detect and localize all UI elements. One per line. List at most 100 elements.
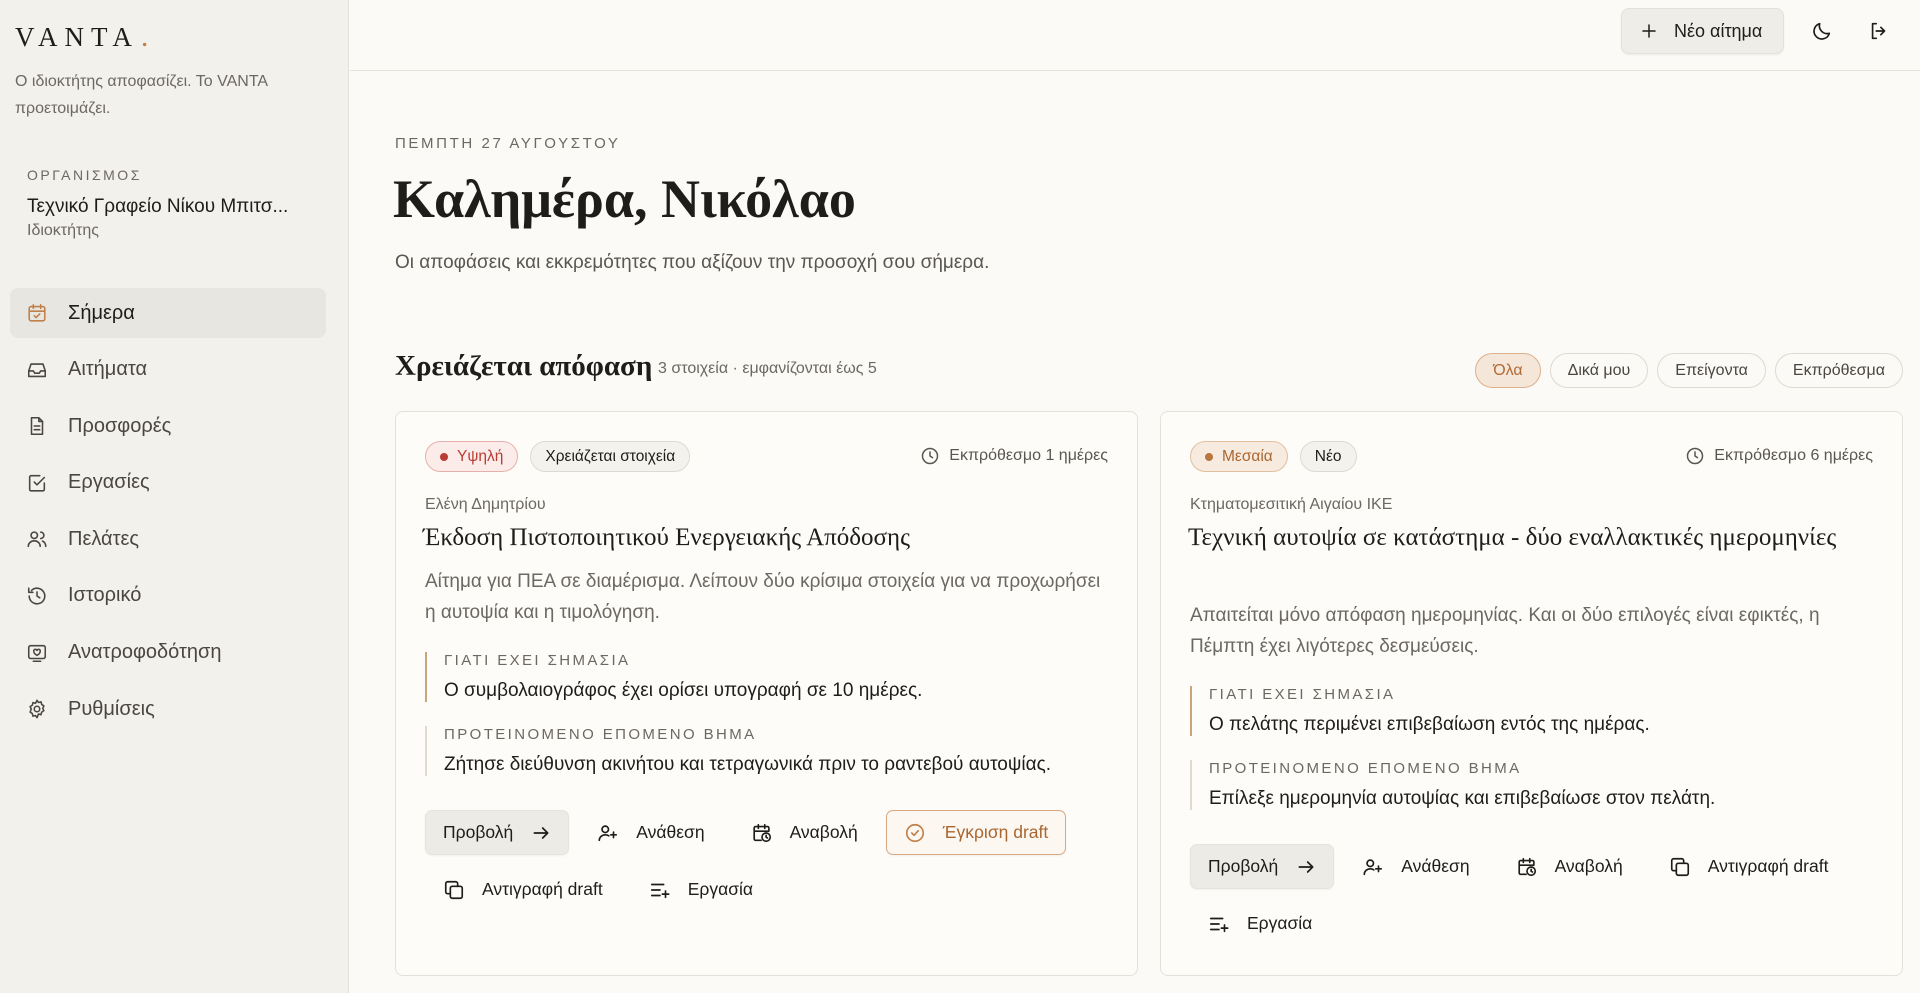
filter-urgent[interactable]: Επείγοντα xyxy=(1657,353,1766,388)
view-button[interactable]: Προβολή xyxy=(1190,844,1335,889)
card-description: Απαιτείται μόνο απόφαση ημερομηνίας. Και… xyxy=(1190,605,1820,657)
view-button[interactable]: Προβολή xyxy=(425,810,570,855)
sidebar-item-tasks[interactable]: Εργασίες xyxy=(10,458,326,508)
priority-label: Μεσαία xyxy=(1222,447,1273,465)
user-plus-icon xyxy=(598,824,618,841)
logout-button[interactable] xyxy=(1865,17,1893,45)
priority-dot-icon xyxy=(1205,452,1213,461)
why-it-matters: ΓΙΑΤΙ ΕΧΕΙ ΣΗΜΑΣΙΑ Ο πελάτης περιμένει ε… xyxy=(1190,686,1880,736)
assign-label: Ανάθεση xyxy=(636,822,705,842)
filter-overdue[interactable]: Εκπρόθεσμα xyxy=(1774,353,1903,388)
card-actions: Προβολή Ανάθεση Αναβολή Αντιγραφή draft … xyxy=(1190,844,1880,946)
why-label: ΓΙΑΤΙ ΕΧΕΙ ΣΗΜΑΣΙΑ xyxy=(444,652,631,669)
why-text: Ο συμβολαιογράφος έχει ορίσει υπογραφή σ… xyxy=(444,680,923,701)
client-name: Κτηματομεσιτική Αιγαίου ΙΚΕ xyxy=(1190,496,1393,513)
deadline-indicator: Εκπρόθεσμο 1 ημέρες xyxy=(920,446,1108,466)
card-badges: Υψηλή Χρειάζεται στοιχεία xyxy=(425,441,691,472)
create-task-button[interactable]: Εργασία xyxy=(631,867,771,912)
sidebar-item-label: Ιστορικό xyxy=(68,584,142,607)
assign-label: Ανάθεση xyxy=(1401,856,1470,876)
card-title[interactable]: Έκδοση Πιστοποιητικού Ενεργειακής Απόδοσ… xyxy=(423,521,1113,555)
brand-name: VANTA xyxy=(15,22,139,52)
copy-icon xyxy=(444,880,464,899)
calendar-clock-icon xyxy=(752,823,771,842)
brand-logo[interactable]: VANTA. xyxy=(15,20,155,54)
create-task-label: Εργασία xyxy=(687,879,754,899)
next-step-label: ΠΡΟΤΕΙΝΟΜΕΝΟ ΕΠΟΜΕΝΟ ΒΗΜΑ xyxy=(444,726,757,743)
approve-draft-button[interactable]: Έγκριση draft xyxy=(885,810,1067,855)
top-bar: Νέο αίτημα xyxy=(350,0,1920,71)
sidebar-item-feedback[interactable]: Ανατροφοδότηση xyxy=(10,628,326,678)
history-icon xyxy=(27,587,46,605)
brand-tagline: Ο ιδιοκτήτης αποφασίζει. Το VANTA προετο… xyxy=(15,73,268,117)
filter-chips: Όλα Δικά μου Επείγοντα Εκπρόθεσμα xyxy=(1475,353,1903,388)
next-step: ΠΡΟΤΕΙΝΟΜΕΝΟ ΕΠΟΜΕΝΟ ΒΗΜΑ Ζήτησε διεύθυν… xyxy=(425,726,1115,776)
sidebar-item-today[interactable]: Σήμερα xyxy=(10,288,326,338)
postpone-button[interactable]: Αναβολή xyxy=(733,810,876,855)
postpone-button[interactable]: Αναβολή xyxy=(1498,844,1641,889)
theme-toggle-button[interactable] xyxy=(1808,17,1836,45)
assign-button[interactable]: Ανάθεση xyxy=(579,810,722,855)
sidebar-item-label: Προσφορές xyxy=(68,414,172,437)
copy-icon xyxy=(1670,857,1689,876)
status-badge: Νέο xyxy=(1299,441,1357,472)
decision-card: Μεσαία Νέο Εκπρόθεσμο 6 ημέρες Κτηματομε… xyxy=(1160,411,1903,976)
view-label: Προβολή xyxy=(443,822,514,842)
card-description: Αίτημα για ΠΕΑ σε διαμέρισμα. Λείπουν δύ… xyxy=(425,571,1101,623)
card-title[interactable]: Τεχνική αυτοψία σε κατάστημα - δύο εναλλ… xyxy=(1188,521,1878,555)
copy-draft-button[interactable]: Αντιγραφή draft xyxy=(1651,844,1847,889)
new-request-button[interactable]: Νέο αίτημα xyxy=(1621,8,1784,54)
list-plus-icon xyxy=(1209,917,1229,932)
next-step-label: ΠΡΟΤΕΙΝΟΜΕΝΟ ΕΠΟΜΕΝΟ ΒΗΜΑ xyxy=(1209,760,1522,777)
organization-label: ΟΡΓΑΝΙΣΜΟΣ xyxy=(27,167,142,183)
sidebar-item-label: Πελάτες xyxy=(68,527,140,550)
next-step: ΠΡΟΤΕΙΝΟΜΕΝΟ ΕΠΟΜΕΝΟ ΒΗΜΑ Επίλεξε ημερομ… xyxy=(1190,760,1880,810)
sidebar-item-label: Σήμερα xyxy=(68,301,135,324)
deadline-label: Εκπρόθεσμο 1 ημέρες xyxy=(949,447,1108,464)
new-request-label: Νέο αίτημα xyxy=(1674,20,1763,41)
priority-label: Υψηλή xyxy=(457,447,504,465)
page-title: Καλημέρα, Νικόλαο xyxy=(393,169,856,229)
copy-draft-label: Αντιγραφή draft xyxy=(1707,856,1829,876)
why-it-matters: ΓΙΑΤΙ ΕΧΕΙ ΣΗΜΑΣΙΑ Ο συμβολαιογράφος έχε… xyxy=(425,652,1115,702)
status-badge: Χρειάζεται στοιχεία xyxy=(530,441,691,472)
why-label: ΓΙΑΤΙ ΕΧΕΙ ΣΗΜΑΣΙΑ xyxy=(1209,686,1396,703)
feedback-icon xyxy=(27,644,47,662)
filter-all[interactable]: Όλα xyxy=(1475,353,1541,388)
sidebar-item-label: Αιτήματα xyxy=(68,358,148,381)
card-actions: Προβολή Ανάθεση Αναβολή Έγκριση draft Αν… xyxy=(425,810,1115,912)
sidebar-item-requests[interactable]: Αιτήματα xyxy=(10,345,326,395)
sidebar-item-clients[interactable]: Πελάτες xyxy=(10,514,326,564)
copy-draft-button[interactable]: Αντιγραφή draft xyxy=(425,867,621,912)
sidebar-nav: Σήμερα Αιτήματα Προσφορές Εργασίες Πελάτ… xyxy=(10,288,326,741)
create-task-button[interactable]: Εργασία xyxy=(1190,901,1330,946)
sidebar: VANTA. Ο ιδιοκτήτης αποφασίζει. Το VANTA… xyxy=(0,0,349,993)
sidebar-item-settings[interactable]: Ρυθμίσεις xyxy=(10,684,326,734)
priority-badge: Υψηλή xyxy=(425,441,519,472)
filter-mine[interactable]: Δικά μου xyxy=(1549,353,1649,388)
calendar-clock-icon xyxy=(1517,857,1536,876)
clock-icon xyxy=(922,447,939,465)
sidebar-item-history[interactable]: Ιστορικό xyxy=(10,571,326,621)
view-label: Προβολή xyxy=(1208,856,1279,876)
users-icon xyxy=(27,531,47,548)
next-step-text: Ζήτησε διεύθυνση ακινήτου και τετραγωνικ… xyxy=(444,754,1052,775)
sidebar-item-label: Ρυθμίσεις xyxy=(68,697,155,720)
page-subtitle: Οι αποφάσεις και εκκρεμότητες που αξίζου… xyxy=(395,252,990,273)
arrow-right-icon xyxy=(1298,860,1314,873)
arrow-right-icon xyxy=(533,826,549,839)
document-icon xyxy=(30,417,44,436)
sidebar-item-label: Εργασίες xyxy=(68,471,150,494)
date-label: ΠΕΜΠΤΗ 27 ΑΥΓΟΥΣΤΟΥ xyxy=(395,135,621,152)
deadline-label: Εκπρόθεσμο 6 ημέρες xyxy=(1714,447,1873,464)
card-badges: Μεσαία Νέο xyxy=(1190,441,1357,472)
organization-name[interactable]: Τεχνικό Γραφείο Νίκου Μπιτσ... xyxy=(27,196,317,218)
assign-button[interactable]: Ανάθεση xyxy=(1344,844,1487,889)
user-plus-icon xyxy=(1363,858,1383,875)
priority-dot-icon xyxy=(440,452,448,461)
sidebar-item-offers[interactable]: Προσφορές xyxy=(10,401,326,451)
inbox-icon xyxy=(27,362,47,377)
clock-icon xyxy=(1687,447,1704,465)
brand-dot: . xyxy=(140,20,156,53)
why-text: Ο πελάτης περιμένει επιβεβαίωση εντός τη… xyxy=(1209,714,1650,735)
